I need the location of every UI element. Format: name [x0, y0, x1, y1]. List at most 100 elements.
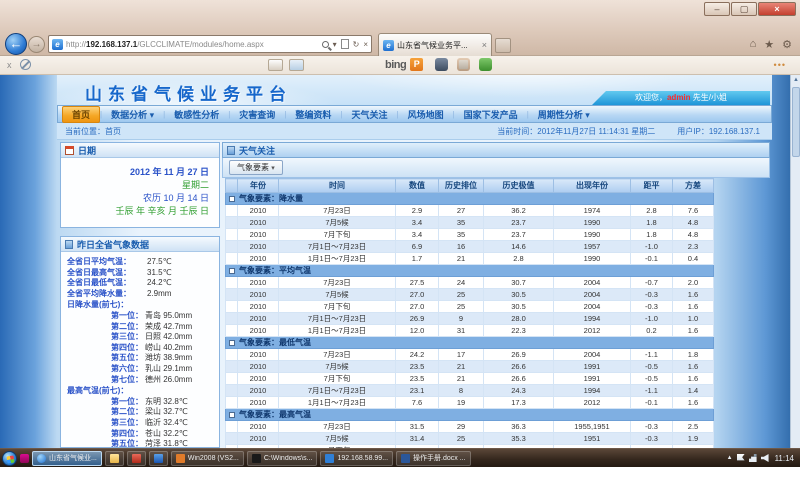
compatibility-view-icon[interactable]: [341, 39, 349, 49]
taskbar-window-button-3[interactable]: 192.168.58.99...: [320, 451, 393, 466]
taskbar-app-red-button[interactable]: [127, 451, 146, 466]
more-options-dots[interactable]: •••: [774, 60, 786, 70]
paint-addon-icon[interactable]: [457, 58, 470, 71]
favorites-star-icon[interactable]: ★: [764, 38, 774, 51]
search-icon[interactable]: [322, 41, 329, 48]
close-toolbar-icon[interactable]: x: [7, 60, 12, 70]
group-header-row[interactable]: 气象要素：最高气温: [226, 409, 714, 421]
menu-item-4[interactable]: 灾害查询: [230, 107, 284, 122]
tab-close-icon[interactable]: ×: [482, 40, 487, 50]
group-checkbox[interactable]: [229, 340, 235, 346]
stat-value: 24.2℃: [147, 278, 172, 289]
data-cell: 1974: [554, 205, 631, 217]
data-cell: 7.6: [673, 205, 714, 217]
taskbar-button-label: Win2008 (VS2...: [188, 455, 239, 462]
column-header: 时间: [279, 179, 396, 193]
weather-stat: 全省日最高气温：31.5℃: [67, 268, 215, 279]
data-cell: -0.3: [631, 433, 673, 445]
group-header-row[interactable]: 气象要素：最低气温: [226, 337, 714, 349]
data-cell: 7月5候: [279, 217, 396, 229]
menu-item-6[interactable]: 天气关注: [342, 107, 396, 122]
refresh-icon[interactable]: ↻: [353, 40, 360, 49]
menu-item-2[interactable]: 数据分析 ▾: [102, 107, 163, 122]
menu-item-9[interactable]: 周期性分析 ▾: [529, 107, 599, 122]
menu-item-5[interactable]: 整编资料: [286, 107, 340, 122]
back-button[interactable]: ←: [5, 33, 27, 55]
taskbar-window-button-4[interactable]: 操作手册.docx ...: [396, 451, 471, 466]
group-checkbox[interactable]: [229, 196, 235, 202]
data-cell: -0.3: [631, 289, 673, 301]
table-row: 20107月23日27.52430.72004-0.72.0: [226, 277, 714, 289]
stop-icon[interactable]: ×: [363, 40, 368, 49]
rank-value: 苍山 32.2℃: [145, 429, 188, 440]
quick-launch-icon[interactable]: [20, 454, 29, 463]
app-icon: [176, 454, 185, 463]
data-cell: 24.2: [396, 349, 439, 361]
group-checkbox[interactable]: [229, 412, 235, 418]
calendar-icon: [65, 146, 74, 155]
taskbar-window-button-2[interactable]: C:\Windows\s...: [247, 451, 318, 466]
user-ip: 用户IP：192.168.137.1: [677, 126, 760, 137]
menu-item-7[interactable]: 风场地图: [399, 107, 453, 122]
scrollbar-thumb[interactable]: [792, 87, 800, 157]
plugin-addon-icon[interactable]: [479, 58, 492, 71]
minimize-button[interactable]: –: [704, 2, 730, 16]
group-header-row[interactable]: 气象要素：平均气温: [226, 265, 714, 277]
data-cell: 1.7: [396, 253, 439, 265]
main-menu: 首页|数据分析 ▾|敏感性分析|灾害查询|整编资料|天气关注|风场地图|国家下发…: [57, 105, 772, 123]
data-cell: 7月23日: [279, 277, 396, 289]
data-cell: 1.8: [673, 349, 714, 361]
autocomplete-dropdown-icon[interactable]: ▾: [333, 40, 337, 49]
menu-item-1[interactable]: 首页: [62, 106, 100, 123]
ie-favicon: e: [52, 39, 63, 50]
forward-button[interactable]: →: [28, 36, 45, 53]
close-button[interactable]: ×: [758, 2, 796, 16]
system-tray: ▲ 11:14: [727, 454, 798, 463]
table-row: 20107月下旬3.43523.719901.84.8: [226, 229, 714, 241]
data-cell: 21: [439, 253, 484, 265]
data-cell: 36.3: [484, 421, 554, 433]
bing-search-button[interactable]: P: [410, 58, 423, 71]
camera-addon-icon[interactable]: [435, 58, 448, 71]
data-cell: 23.1: [396, 385, 439, 397]
mail-icon[interactable]: [289, 59, 304, 71]
vertical-scrollbar[interactable]: ▲: [790, 75, 800, 448]
data-cell: 3.4: [396, 217, 439, 229]
home-icon[interactable]: ⌂: [750, 38, 757, 51]
stat-value: 2.9mm: [147, 289, 171, 300]
rank-label: 第三位：: [111, 418, 143, 429]
chevron-down-icon: ▾: [271, 165, 275, 172]
card-reader-icon[interactable]: [268, 59, 283, 71]
network-icon[interactable]: [749, 454, 757, 462]
new-tab-button[interactable]: [495, 38, 511, 53]
data-cell: -0.5: [631, 361, 673, 373]
taskbar-clock[interactable]: 11:14: [775, 454, 794, 463]
maximize-button[interactable]: ▢: [731, 2, 757, 16]
column-header: 出现年份: [554, 179, 631, 193]
data-cell: 25: [439, 301, 484, 313]
group-checkbox[interactable]: [229, 268, 235, 274]
data-cell: 23.7: [484, 217, 554, 229]
volume-icon[interactable]: [761, 454, 769, 462]
column-header: 历史极值: [484, 179, 554, 193]
browser-tab[interactable]: e 山东省气候业务平... ×: [378, 33, 492, 56]
taskbar-app-blue-button[interactable]: [149, 451, 168, 466]
menu-item-8[interactable]: 国家下发产品: [455, 107, 527, 122]
taskbar-ie-button[interactable]: 山东省气候业...: [32, 451, 102, 466]
action-center-flag-icon[interactable]: [737, 454, 745, 462]
scroll-up-icon[interactable]: ▲: [791, 75, 800, 85]
stat-label: 全省平均降水量：: [67, 289, 147, 300]
taskbar-explorer-button[interactable]: [105, 451, 124, 466]
command-bar: x bing P •••: [0, 56, 800, 75]
url-text: http://192.168.137.1/GLCCLIMATE/modules/…: [66, 40, 322, 49]
element-filter-button[interactable]: 气象要素 ▾: [229, 160, 283, 175]
data-cell: 4.8: [673, 229, 714, 241]
start-button[interactable]: [2, 451, 17, 466]
rank-label: 第六位：: [111, 364, 143, 375]
taskbar-window-button-1[interactable]: Win2008 (VS2...: [171, 451, 244, 466]
show-hidden-icons[interactable]: ▲: [727, 455, 733, 461]
tools-gear-icon[interactable]: ⚙: [782, 38, 792, 51]
menu-item-3[interactable]: 敏感性分析: [165, 107, 228, 122]
group-header-row[interactable]: 气象要素：降水量: [226, 193, 714, 205]
address-bar[interactable]: e http://192.168.137.1/GLCCLIMATE/module…: [48, 35, 372, 53]
